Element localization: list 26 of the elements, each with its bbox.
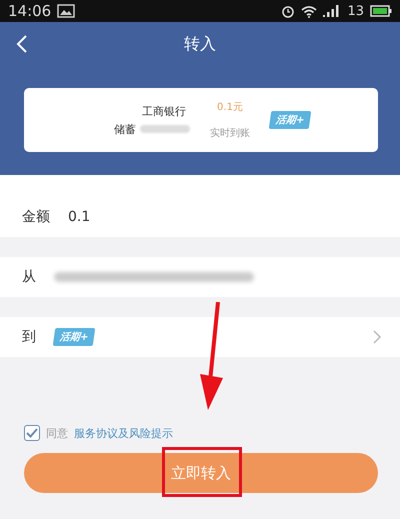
clock-time: 14:06 bbox=[8, 2, 52, 20]
field-label: 到 bbox=[22, 328, 36, 346]
image-icon bbox=[57, 4, 76, 18]
account-label: 储蓄 bbox=[114, 122, 136, 136]
form-row[interactable]: 从 bbox=[0, 257, 400, 297]
blurred-account bbox=[140, 125, 190, 133]
product-tag: 活期+ bbox=[52, 328, 96, 346]
chevron-icon bbox=[372, 329, 382, 345]
form-row[interactable]: 到 活期+ bbox=[0, 317, 400, 357]
wifi-icon bbox=[301, 4, 318, 18]
page-title: 转入 bbox=[184, 34, 216, 54]
battery-icon bbox=[370, 5, 392, 17]
agree-text: 同意 bbox=[46, 426, 68, 440]
field-label: 金额 bbox=[22, 208, 50, 226]
back-icon[interactable] bbox=[16, 34, 28, 54]
signal-text: 13 bbox=[347, 4, 364, 18]
alarm-icon bbox=[281, 4, 296, 18]
agree-checkbox[interactable] bbox=[24, 425, 40, 441]
signal-icon bbox=[323, 5, 342, 17]
bank-name: 工商银行 bbox=[141, 104, 187, 118]
arrival-text: 实时到账 bbox=[210, 126, 250, 140]
amount-text: 0.1元 bbox=[217, 101, 243, 114]
product-tag: 活期+ bbox=[268, 111, 312, 129]
form-row[interactable]: 金额 0.1 bbox=[0, 175, 400, 237]
field-label: 从 bbox=[22, 268, 36, 286]
amount-field[interactable]: 0.1 bbox=[68, 209, 90, 225]
